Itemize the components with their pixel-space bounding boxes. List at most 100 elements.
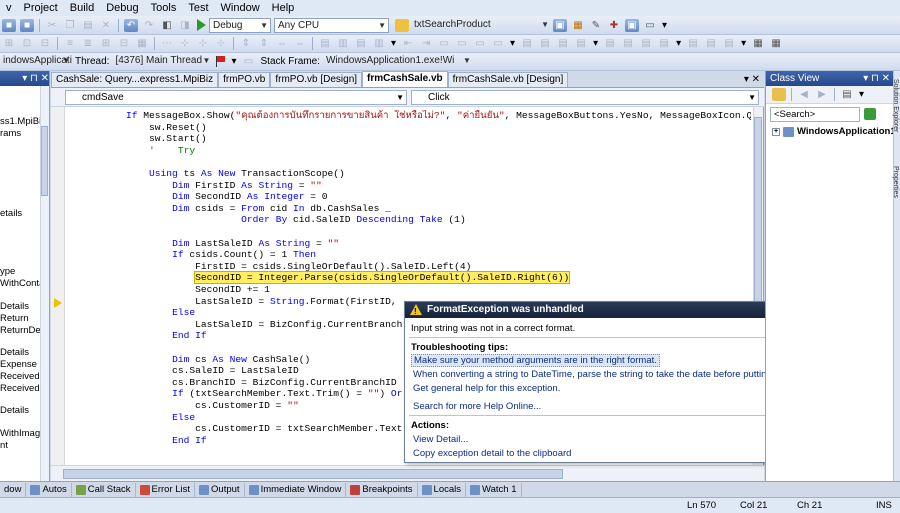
list-item[interactable]: rams (0, 128, 21, 139)
toolbar-icon[interactable]: ▭ (455, 37, 469, 50)
tab-locals[interactable]: Locals (418, 482, 466, 497)
list-item[interactable]: Details (0, 301, 29, 312)
copy-icon[interactable]: ❐ (63, 19, 77, 32)
toolbar-icon[interactable]: ⊹ (196, 37, 210, 50)
copy-detail-link[interactable]: Copy exception detail to the clipboard (413, 448, 571, 459)
toolbar-icon[interactable]: ⊹ (214, 37, 228, 50)
toolbar-icon[interactable]: ▤ (556, 37, 570, 50)
toolbar-icon[interactable]: ▤ (621, 37, 635, 50)
solution-explorer-icon[interactable]: ▣ (553, 18, 567, 32)
undo-icon[interactable]: ↶ (124, 18, 138, 32)
toolbar-icon[interactable]: ▦ (769, 37, 783, 50)
find-combo[interactable]: txtSearchProduct ▼ (411, 18, 551, 33)
toolbar-overflow-icon[interactable]: ▾ (738, 38, 749, 49)
tab-window[interactable]: dow (0, 482, 27, 497)
toolbar-icon[interactable]: ⊹ (178, 37, 192, 50)
toolbar-icon[interactable]: ⇔ (275, 37, 289, 50)
toolbar-icon[interactable]: ▥ (372, 37, 386, 50)
class-view-search[interactable]: <Search> (770, 107, 860, 122)
scrollbar-thumb[interactable] (63, 469, 563, 479)
start-debug-icon[interactable] (197, 19, 206, 31)
tab-controls-icon[interactable]: ▾ ✕ (744, 72, 764, 87)
toolbar-icon[interactable]: ⇕ (257, 37, 271, 50)
chevron-down-icon[interactable]: ▾ (856, 89, 867, 100)
menu-debug[interactable]: Debug (100, 0, 144, 16)
view-detail-link[interactable]: View Detail... (413, 434, 468, 445)
toolbar-icon[interactable]: ⇕ (239, 37, 253, 50)
menu-tools[interactable]: Tools (145, 0, 183, 16)
toolbar-icon[interactable]: ▭ (242, 55, 256, 68)
find-in-files-icon[interactable] (395, 18, 409, 32)
paste-icon[interactable]: ▤ (81, 19, 95, 32)
tab-call-stack[interactable]: Call Stack (72, 482, 136, 497)
list-item[interactable]: ReturnDet (0, 325, 43, 336)
list-item[interactable]: nt (0, 440, 8, 451)
settings-icon[interactable]: ▤ (840, 88, 854, 101)
toolbar-icon[interactable]: ⇔ (293, 37, 307, 50)
menu-project[interactable]: Project (18, 0, 64, 16)
start-page-icon[interactable]: ▣ (625, 18, 639, 32)
toolbar-icon[interactable]: ▭ (491, 37, 505, 50)
scrollbar-thumb[interactable] (41, 126, 48, 196)
menu-help[interactable]: Help (266, 0, 301, 16)
redo-icon[interactable]: ↷ (142, 19, 156, 32)
toolbar-icon[interactable]: ▤ (520, 37, 534, 50)
expand-icon[interactable]: + (772, 127, 780, 136)
thread-combo[interactable]: [4376] Main Thread ▼ (112, 54, 212, 69)
toolbar-icon[interactable]: ▤ (686, 37, 700, 50)
panel-controls-icon[interactable]: ▾ ⊓ ✕ (863, 71, 890, 86)
configuration-combo[interactable]: Debug ▼ (209, 17, 271, 33)
process-combo[interactable]: indowsApplicatio ▼ (0, 54, 72, 69)
toolbar-icon[interactable]: ▤ (657, 37, 671, 50)
panel-controls-icon[interactable]: ▾ ⊓ ✕ (22, 71, 49, 86)
menu-test[interactable]: Test (182, 0, 214, 16)
toolbar-icon[interactable]: ▤ (318, 37, 332, 50)
back-icon[interactable]: ◀ (797, 88, 811, 101)
tip-link-general-help[interactable]: Get general help for this exception. (413, 383, 560, 394)
breakpoint-gutter[interactable] (51, 107, 65, 465)
toolbar-icon[interactable]: ▤ (722, 37, 736, 50)
delete-icon[interactable]: ✕ (99, 19, 113, 32)
search-go-icon[interactable] (864, 108, 876, 120)
list-item[interactable]: Details (0, 405, 29, 416)
solution-explorer-tab[interactable]: Solution Explorer (892, 79, 899, 132)
tab-breakpoints[interactable]: Breakpoints (346, 482, 418, 497)
tab-watch-1[interactable]: Watch 1 (466, 482, 522, 497)
toolbar-icon[interactable]: ▦ (135, 37, 149, 50)
toolbar-icon[interactable]: ⇤ (401, 37, 415, 50)
toolbar-icon[interactable]: ▤ (354, 37, 368, 50)
toolbar-icon[interactable]: ≣ (81, 37, 95, 50)
forward-icon[interactable]: ▶ (815, 88, 829, 101)
stack-frame-combo[interactable]: WindowsApplication1.exe!Wi ▼ (323, 54, 473, 69)
cut-icon[interactable]: ✂ (45, 19, 59, 32)
menu-view[interactable]: v (0, 0, 18, 16)
toolbar-icon[interactable]: ▤ (704, 37, 718, 50)
new-folder-icon[interactable] (772, 88, 786, 101)
list-item[interactable]: etails (0, 208, 22, 219)
menu-build[interactable]: Build (64, 0, 100, 16)
toolbar-overflow-icon[interactable]: ▾ (659, 20, 670, 31)
list-item[interactable]: WithImage (0, 428, 45, 439)
navigate-forward-icon[interactable]: ◨ (178, 19, 192, 32)
toolbar-icon[interactable]: ⊟ (117, 37, 131, 50)
class-name-combo[interactable]: cmdSave ▼ (65, 90, 407, 105)
save-all-icon[interactable]: ■ (20, 18, 34, 32)
list-item[interactable]: Details (0, 347, 29, 358)
toolbar-icon[interactable]: ▦ (751, 37, 765, 50)
toolbar-overflow-icon[interactable]: ▾ (388, 38, 399, 49)
tab-frmpo-design[interactable]: frmPO.vb [Design] (270, 72, 363, 87)
toolbar-icon[interactable]: ≡ (63, 37, 77, 50)
tab-immediate-window[interactable]: Immediate Window (245, 482, 347, 497)
tab-autos[interactable]: Autos (26, 482, 72, 497)
tab-frmpo-vb[interactable]: frmPO.vb (218, 72, 271, 87)
toolbar-icon[interactable]: ▤ (603, 37, 617, 50)
platform-combo[interactable]: Any CPU ▼ (274, 17, 389, 33)
left-panel-scrollbar[interactable] (40, 86, 49, 481)
properties-icon[interactable]: ▦ (571, 19, 585, 32)
search-online-link[interactable]: Search for more Help Online... (413, 401, 541, 412)
list-item[interactable]: Received (0, 371, 40, 382)
method-name-combo[interactable]: Click ▼ (411, 90, 759, 105)
tab-frmcashsale-vb[interactable]: frmCashSale.vb (362, 71, 448, 87)
toolbar-icon[interactable]: ⊞ (99, 37, 113, 50)
navigate-back-icon[interactable]: ◧ (160, 19, 174, 32)
